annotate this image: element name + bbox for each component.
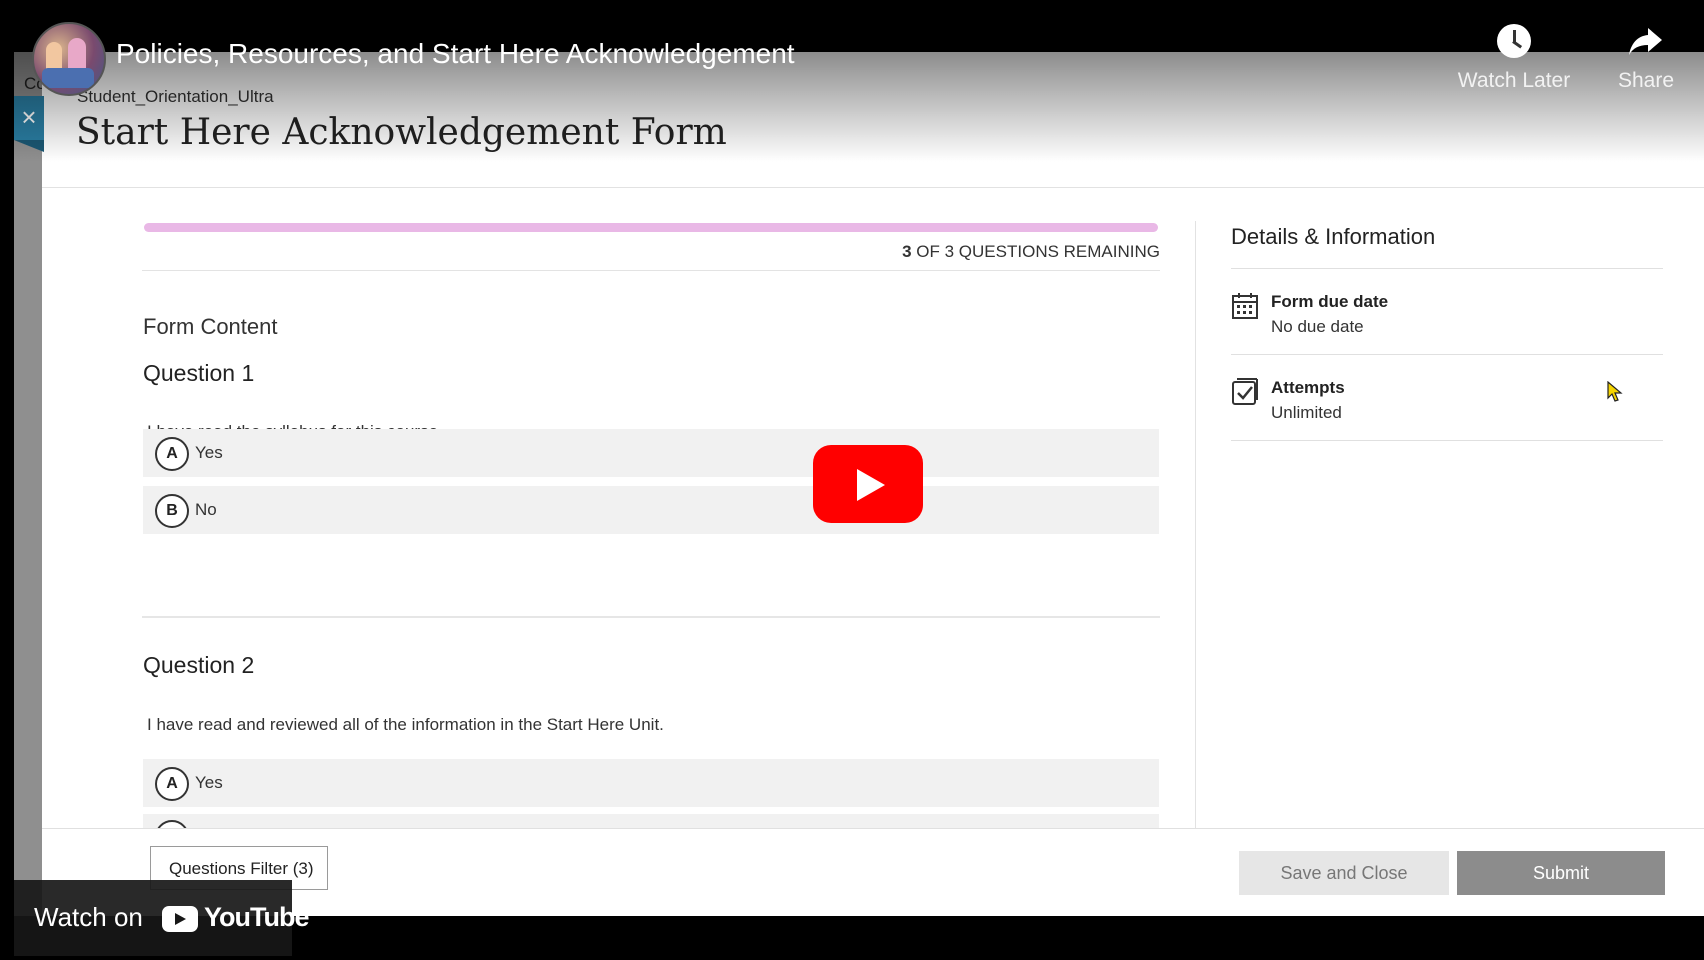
remaining-suffix: OF 3 QUESTIONS REMAINING — [916, 242, 1160, 261]
background-page-dimmed — [14, 52, 42, 916]
option-label: No — [195, 500, 217, 519]
mouse-cursor-icon — [1607, 381, 1623, 402]
course-name: Student_Orientation_Ultra — [77, 87, 274, 106]
watch-on-youtube-button[interactable]: Watch on YouTube — [14, 880, 309, 956]
form-content-label: Form Content — [143, 314, 278, 339]
option-letter: A — [155, 767, 189, 801]
option-label: Yes — [195, 443, 223, 462]
calendar-icon — [1232, 293, 1258, 319]
divider — [142, 270, 1160, 271]
clock-icon — [1497, 24, 1531, 58]
attempts-label: Attempts — [1271, 378, 1345, 397]
question-1-option-b[interactable]: B No — [143, 486, 1159, 534]
close-button[interactable]: × — [14, 96, 44, 140]
attempts-value: Unlimited — [1271, 403, 1342, 422]
details-divider — [1231, 440, 1663, 441]
form-title: Start Here Acknowledgement Form — [76, 112, 727, 153]
youtube-wordmark: YouTube — [204, 902, 309, 932]
remaining-count: 3 — [902, 242, 912, 261]
question-2-title: Question 2 — [143, 652, 255, 678]
questions-remaining: 3 OF 3 QUESTIONS REMAINING — [144, 242, 1160, 262]
youtube-logo-icon — [162, 906, 198, 932]
details-title: Details & Information — [1231, 224, 1436, 249]
filter-label: Questions Filter (3) — [169, 859, 314, 878]
option-letter: A — [155, 437, 189, 471]
share-arrow-icon — [1629, 28, 1662, 55]
progress-bar — [144, 223, 1158, 232]
submit-button[interactable]: Submit — [1457, 851, 1665, 895]
play-button[interactable] — [813, 445, 923, 523]
share-button[interactable]: Share — [1576, 24, 1704, 93]
question-divider — [142, 616, 1160, 618]
option-letter: B — [155, 494, 189, 528]
question-2-option-a[interactable]: A Yes — [143, 759, 1159, 807]
question-1-title: Question 1 — [143, 360, 255, 386]
column-divider — [1195, 221, 1196, 828]
watch-on-label: Watch on — [34, 902, 143, 932]
question-1-option-a[interactable]: A Yes — [143, 429, 1159, 477]
option-label: Yes — [195, 773, 223, 792]
question-2-option-b-partial[interactable] — [143, 814, 1159, 828]
channel-avatar[interactable] — [32, 22, 106, 96]
video-frame[interactable]: Co Student_Orientation_Ultra Start Here … — [0, 0, 1704, 960]
watch-later-button[interactable]: Watch Later — [1444, 24, 1584, 93]
due-date-label: Form due date — [1271, 292, 1389, 311]
avatar-figure — [42, 68, 94, 88]
video-title[interactable]: Policies, Resources, and Start Here Ackn… — [116, 38, 795, 70]
video-letterbox-left — [0, 52, 14, 916]
checkbox-icon — [1232, 378, 1258, 405]
option-letter-partial — [155, 820, 189, 828]
close-tab-fold — [14, 140, 44, 152]
share-label: Share — [1617, 69, 1675, 92]
save-and-close-button[interactable]: Save and Close — [1239, 851, 1449, 895]
details-divider — [1231, 354, 1663, 355]
question-2-text: I have read and reviewed all of the info… — [147, 715, 664, 734]
watch-later-label: Watch Later — [1457, 69, 1571, 92]
due-date-value: No due date — [1271, 317, 1364, 336]
details-divider — [1231, 268, 1663, 269]
